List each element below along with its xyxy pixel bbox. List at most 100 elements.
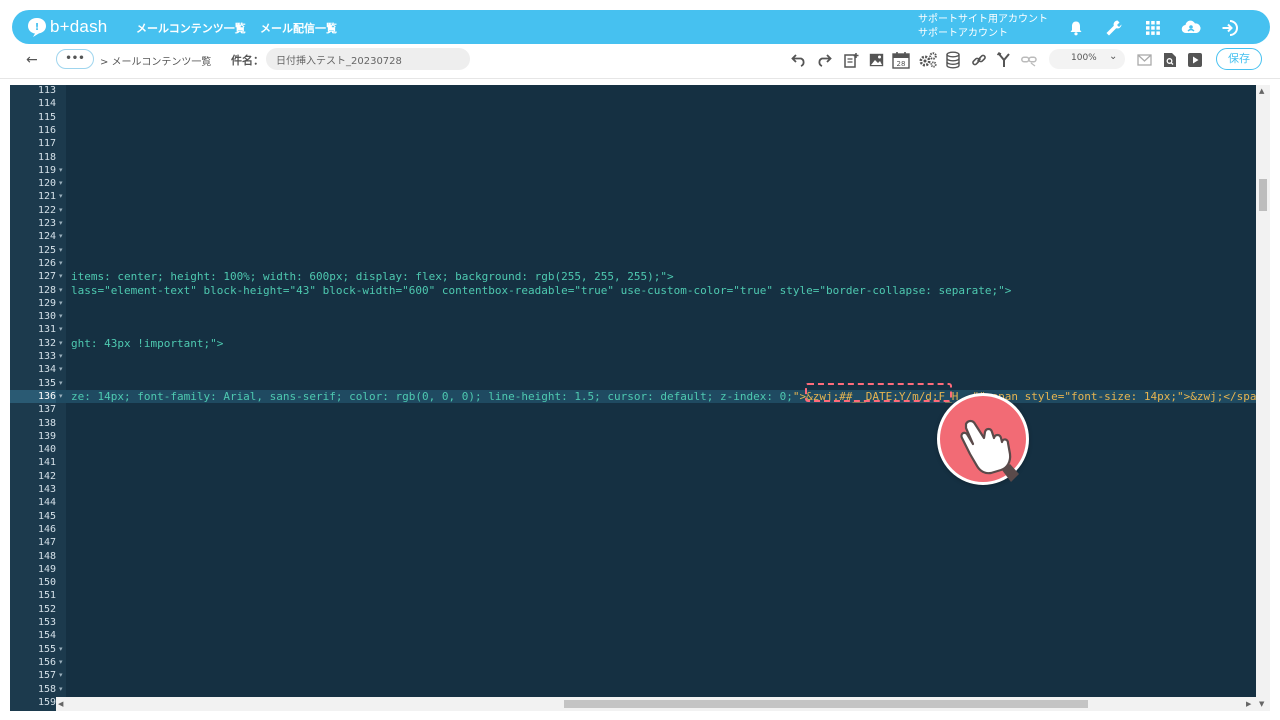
preview-play-icon[interactable] xyxy=(1185,50,1205,70)
code-line[interactable]: 152 xyxy=(10,603,1256,616)
code-line[interactable]: 114 xyxy=(10,97,1256,110)
code-line[interactable]: 148 xyxy=(10,550,1256,563)
code-line[interactable]: 130 ▾ xyxy=(10,310,1256,323)
active-code-line[interactable]: 136 ▾ ze: 14px; font-family: Arial, sans-s… xyxy=(10,389,1270,403)
code-line[interactable]: 157 ▾ xyxy=(10,669,1256,682)
more-menu-button[interactable]: ••• xyxy=(56,49,94,69)
add-block-icon[interactable] xyxy=(841,50,861,70)
code-line[interactable]: 143 xyxy=(10,483,1256,496)
fold-arrow-icon[interactable]: ▾ xyxy=(59,190,63,203)
fold-arrow-icon[interactable]: ▾ xyxy=(59,217,63,230)
code-line[interactable]: 124 ▾ xyxy=(10,230,1256,243)
code-line[interactable]: 151 xyxy=(10,589,1256,602)
account-info[interactable]: サポートサイト用アカウント サポートアカウント xyxy=(918,13,1048,41)
cloud-user-icon[interactable] xyxy=(1180,17,1202,39)
code-line[interactable]: 122 ▾ xyxy=(10,204,1256,217)
code-line[interactable]: 134 ▾ xyxy=(10,363,1256,376)
calendar-icon[interactable]: 28 xyxy=(891,50,911,70)
link-icon[interactable] xyxy=(969,50,989,70)
code-line[interactable]: 140 xyxy=(10,443,1256,456)
undo-icon[interactable] xyxy=(789,50,809,70)
code-line[interactable]: 156 ▾ xyxy=(10,656,1256,669)
code-line[interactable]: 129 ▾ xyxy=(10,297,1256,310)
code-line[interactable]: 123 ▾ xyxy=(10,217,1256,230)
fold-arrow-icon[interactable]: ▾ xyxy=(59,284,63,297)
fold-arrow-icon[interactable]: ▾ xyxy=(59,656,63,669)
code-line[interactable]: 115 xyxy=(10,111,1256,124)
scroll-down-arrow-icon[interactable]: ▼ xyxy=(1259,700,1264,708)
code-line[interactable]: 138 xyxy=(10,417,1256,430)
code-line[interactable]: 133 ▾ xyxy=(10,350,1256,363)
code-text[interactable]: ze: 14px; font-family: Arial, sans-serif… xyxy=(71,390,1270,403)
code-line[interactable]: 131 ▾ xyxy=(10,323,1256,336)
fold-arrow-icon[interactable]: ▾ xyxy=(59,177,63,190)
fold-arrow-icon[interactable]: ▾ xyxy=(59,164,63,177)
fold-arrow-icon[interactable]: ▾ xyxy=(59,390,63,403)
fold-arrow-icon[interactable]: ▾ xyxy=(59,683,63,696)
vertical-scroll-thumb[interactable] xyxy=(1259,179,1267,211)
fold-arrow-icon[interactable]: ▾ xyxy=(59,230,63,243)
code-line[interactable]: 127 ▾ items: center; height: 100%; width: … xyxy=(10,270,1256,283)
nav-mail-contents[interactable]: メールコンテンツ一覧 xyxy=(136,20,246,36)
zoom-select[interactable]: 100% ⌄ xyxy=(1049,49,1125,69)
fold-arrow-icon[interactable]: ▾ xyxy=(59,669,63,682)
fold-arrow-icon[interactable]: ▾ xyxy=(59,643,63,656)
bell-icon[interactable] xyxy=(1065,17,1087,39)
mail-test-icon[interactable] xyxy=(1135,50,1155,70)
code-line[interactable]: 121 ▾ xyxy=(10,190,1256,203)
code-line[interactable]: 146 xyxy=(10,523,1256,536)
code-line[interactable]: 116 xyxy=(10,124,1256,137)
fold-arrow-icon[interactable]: ▾ xyxy=(59,350,63,363)
wrench-icon[interactable] xyxy=(1103,17,1125,39)
code-line[interactable]: 126 ▾ xyxy=(10,257,1256,270)
code-line[interactable]: 150 xyxy=(10,576,1256,589)
branch-icon[interactable] xyxy=(994,50,1014,70)
code-line[interactable]: 139 xyxy=(10,430,1256,443)
redo-icon[interactable] xyxy=(814,50,834,70)
code-line[interactable]: 117 xyxy=(10,137,1256,150)
fold-arrow-icon[interactable]: ▾ xyxy=(59,244,63,257)
subject-input[interactable] xyxy=(266,48,470,70)
code-line[interactable]: 135 ▾ xyxy=(10,377,1256,390)
fold-arrow-icon[interactable]: ▾ xyxy=(59,337,63,350)
horizontal-scrollbar[interactable]: ◀ ▶ xyxy=(56,697,1256,711)
save-button[interactable]: 保存 xyxy=(1216,48,1262,70)
fold-arrow-icon[interactable]: ▾ xyxy=(59,377,63,390)
unlink-icon[interactable] xyxy=(1019,50,1039,70)
horizontal-scroll-thumb[interactable] xyxy=(564,700,1088,708)
fold-arrow-icon[interactable]: ▾ xyxy=(59,204,63,217)
code-line[interactable]: 125 ▾ xyxy=(10,244,1256,257)
code-line[interactable]: 113 xyxy=(10,85,1256,97)
code-line[interactable]: 132 ▾ ght: 43px !important;"> xyxy=(10,337,1256,350)
settings-gears-icon[interactable] xyxy=(918,50,938,70)
code-line[interactable]: 147 xyxy=(10,536,1256,549)
code-line[interactable]: 154 xyxy=(10,629,1256,642)
fold-arrow-icon[interactable]: ▾ xyxy=(59,323,63,336)
code-line[interactable]: 141 xyxy=(10,456,1256,469)
vertical-scrollbar[interactable]: ▲ xyxy=(1256,85,1270,697)
code-line[interactable]: 153 xyxy=(10,616,1256,629)
back-arrow-icon[interactable]: ← xyxy=(26,52,38,68)
code-line[interactable]: 118 xyxy=(10,151,1256,164)
code-line[interactable]: 144 xyxy=(10,496,1256,509)
code-line[interactable]: 155 ▾ xyxy=(10,643,1256,656)
scroll-up-arrow-icon[interactable]: ▲ xyxy=(1259,87,1264,95)
code-line[interactable]: 158 ▾ xyxy=(10,683,1256,696)
database-icon[interactable] xyxy=(943,50,963,70)
breadcrumb[interactable]: > メールコンテンツ一覧 xyxy=(100,53,211,68)
code-line[interactable]: 145 xyxy=(10,510,1256,523)
nav-mail-delivery[interactable]: メール配信一覧 xyxy=(260,20,337,36)
fold-arrow-icon[interactable]: ▾ xyxy=(59,257,63,270)
document-search-icon[interactable] xyxy=(1160,50,1180,70)
code-line[interactable]: 128 ▾ lass="element-text" block-height="43… xyxy=(10,284,1256,297)
fold-arrow-icon[interactable]: ▾ xyxy=(59,270,63,283)
image-icon[interactable] xyxy=(866,50,886,70)
code-editor[interactable]: 113 114 115 116 117 118 119 ▾ 120 ▾ 121 ▾ 122 ▾ 123 ▾ 12… xyxy=(10,85,1270,711)
code-line[interactable]: 149 xyxy=(10,563,1256,576)
code-text[interactable]: ght: 43px !important;"> xyxy=(71,337,223,350)
logo[interactable]: ! b+dash xyxy=(26,16,107,38)
logout-icon[interactable] xyxy=(1219,17,1241,39)
scroll-left-arrow-icon[interactable]: ◀ xyxy=(58,700,63,708)
code-text[interactable]: items: center; height: 100%; width: 600p… xyxy=(71,270,674,283)
grid-icon[interactable] xyxy=(1142,17,1164,39)
